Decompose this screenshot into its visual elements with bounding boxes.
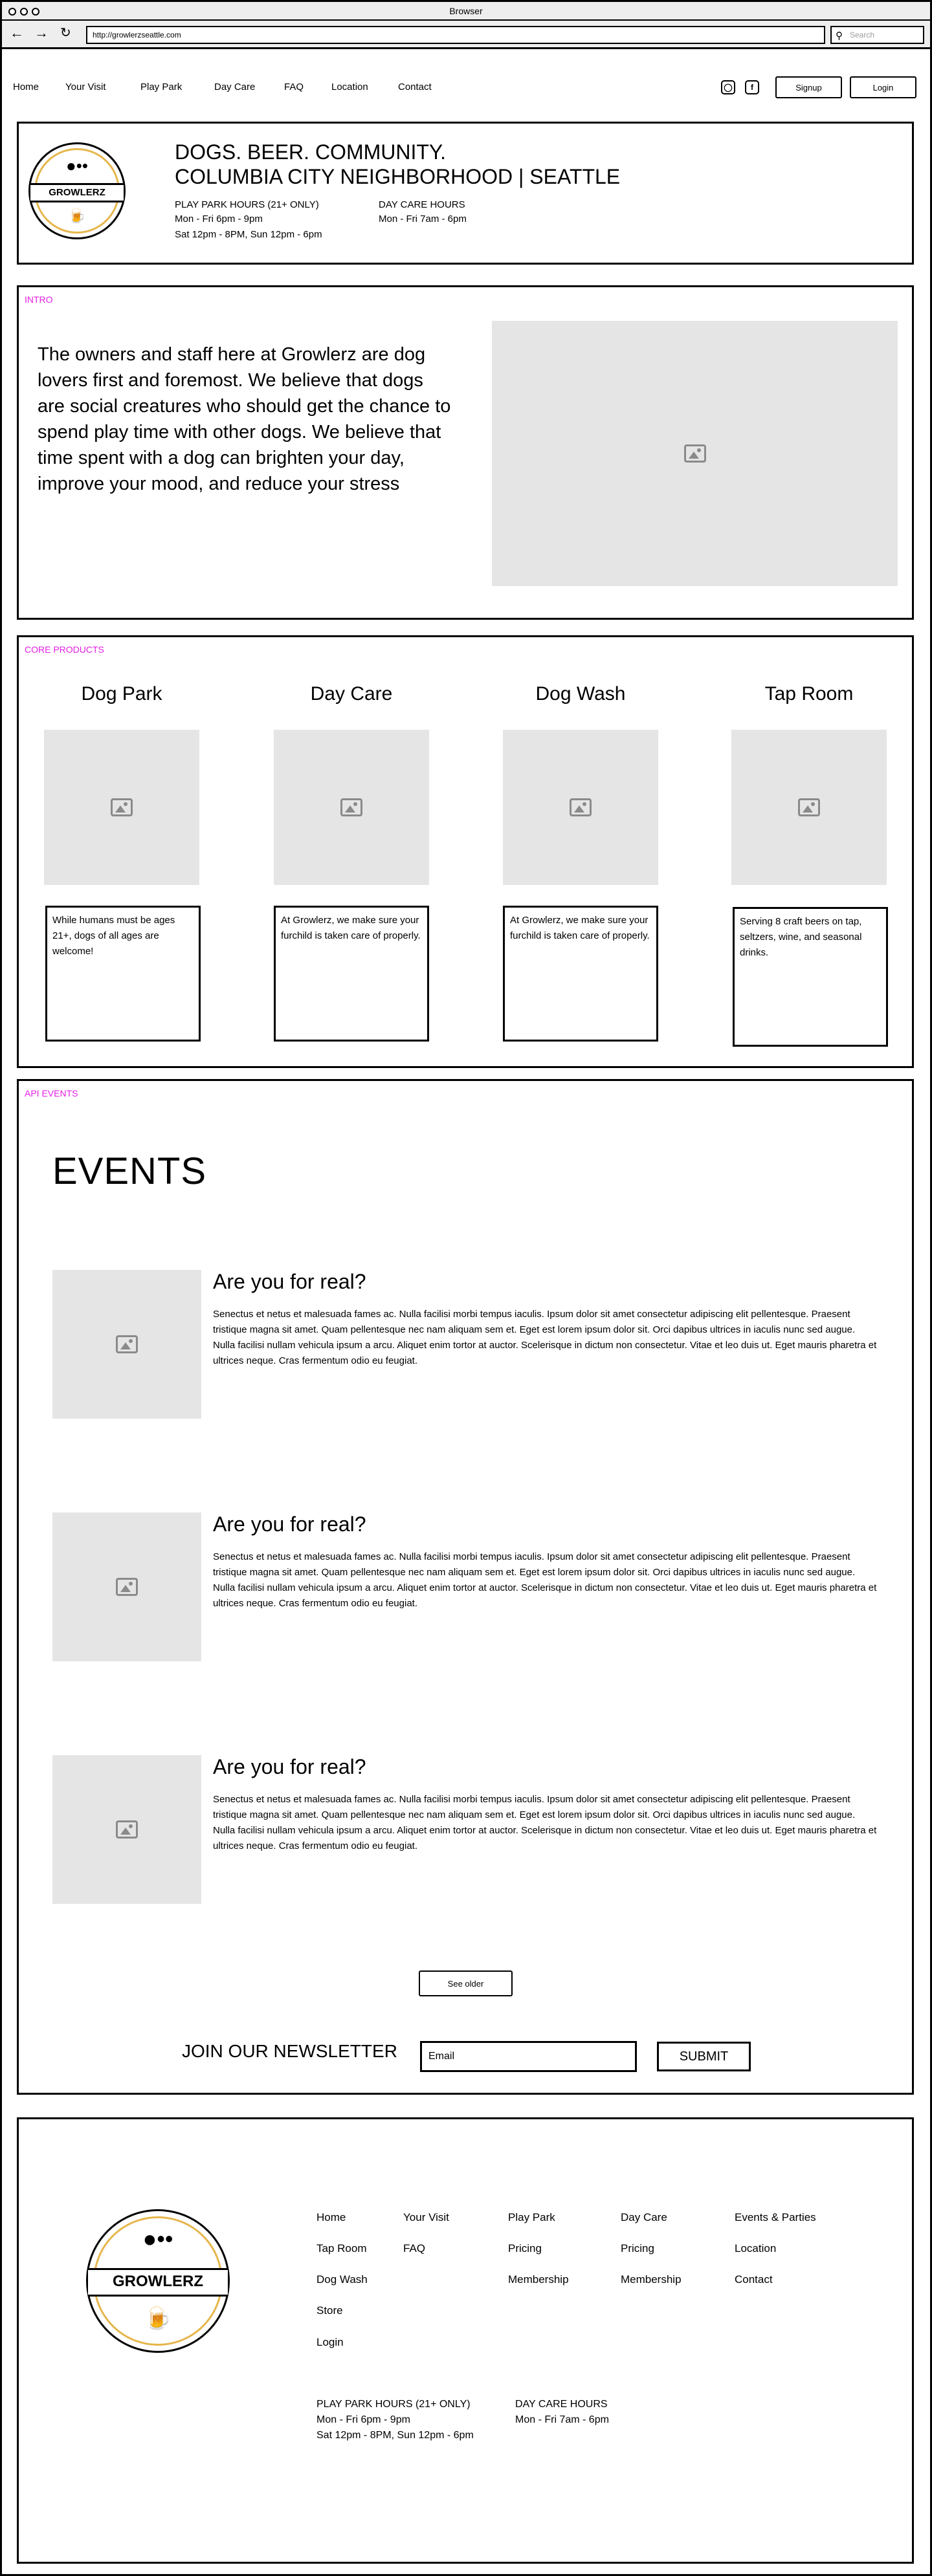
footer-link-tap-room[interactable]: Tap Room [316, 2242, 366, 2255]
see-older-button[interactable]: See older [419, 1970, 513, 1996]
product-title-day-care: Day Care [310, 683, 393, 704]
browser-title: Browser [449, 6, 483, 16]
intro-label: INTRO [25, 294, 53, 305]
footer-play-hours-weekend: Sat 12pm - 8PM, Sun 12pm - 6pm [316, 2430, 474, 2441]
footer-link-day-care-membership[interactable]: Membership [621, 2273, 682, 2286]
event-title[interactable]: Are you for real? [213, 1512, 366, 1536]
event-title[interactable]: Are you for real? [213, 1755, 366, 1779]
product-title-dog-park: Dog Park [81, 683, 162, 704]
footer-link-contact[interactable]: Contact [735, 2273, 773, 2286]
paw-icon: ●•• [142, 2225, 173, 2252]
intro-text: The owners and staff here at Growlerz ar… [38, 344, 451, 494]
intro-image [492, 321, 898, 586]
event-body: Senectus et netus et malesuada fames ac.… [213, 1551, 877, 1609]
browser-toolbar: ← → ↻ http://growlerzseattle.com ⚲ Searc… [0, 21, 932, 49]
event-body: Senectus et netus et malesuada fames ac.… [213, 1794, 877, 1851]
footer-link-location[interactable]: Location [735, 2242, 776, 2255]
product-desc-dog-wash: At Growlerz, we make sure your furchild … [503, 906, 658, 1042]
header-location: COLUMBIA CITY NEIGHBORHOOD | SEATTLE [175, 165, 621, 188]
product-desc-tap-room: Serving 8 craft beers on tap, seltzers, … [733, 907, 888, 1047]
browser-search-input[interactable]: ⚲ Search [830, 26, 924, 44]
browser-titlebar: Browser [0, 0, 932, 21]
nav-link-contact[interactable]: Contact [398, 82, 432, 93]
newsletter-email-input[interactable] [420, 2041, 637, 2072]
facebook-icon[interactable]: f [745, 80, 759, 94]
newsletter-label: JOIN OUR NEWSLETTER [182, 2041, 397, 2061]
product-desc-day-care: At Growlerz, we make sure your furchild … [274, 906, 429, 1042]
image-placeholder-icon [570, 798, 592, 816]
search-icon: ⚲ [836, 30, 843, 41]
product-image-day-care [274, 730, 429, 885]
page-frame-left [0, 49, 2, 2576]
header-box [17, 122, 914, 265]
event-image [52, 1512, 201, 1661]
login-button[interactable]: Login [850, 76, 916, 98]
image-placeholder-icon [683, 444, 706, 463]
footer-play-hours-weekday: Mon - Fri 6pm - 9pm [316, 2414, 410, 2425]
nav-link-play-park[interactable]: Play Park [140, 82, 182, 93]
header-care-hours-weekday: Mon - Fri 7am - 6pm [379, 213, 467, 224]
core-products-label: CORE PRODUCTS [25, 644, 104, 655]
footer-link-events-parties[interactable]: Events & Parties [735, 2211, 816, 2224]
product-title-tap-room: Tap Room [764, 683, 854, 704]
signup-button[interactable]: Signup [775, 76, 842, 98]
image-placeholder-icon [116, 1578, 138, 1596]
refresh-icon[interactable]: ↻ [60, 26, 71, 40]
footer-link-play-park-membership[interactable]: Membership [508, 2273, 569, 2286]
footer-link-login[interactable]: Login [316, 2336, 344, 2349]
instagram-icon[interactable]: ◯ [721, 80, 735, 94]
header-care-hours-title: DAY CARE HOURS [379, 199, 465, 210]
logo: ●•• GROWLERZ 🍺 [28, 142, 126, 239]
events-heading: EVENTS [52, 1150, 207, 1192]
footer-logo: ●•• GROWLERZ 🍺 [86, 2209, 230, 2353]
nav-link-your-visit[interactable]: Your Visit [65, 82, 106, 93]
footer-link-day-care[interactable]: Day Care [621, 2211, 667, 2224]
paw-icon: ●•• [66, 156, 88, 175]
product-image-tap-room [731, 730, 887, 885]
footer-link-home[interactable]: Home [316, 2211, 346, 2224]
footer-link-play-park[interactable]: Play Park [508, 2211, 555, 2224]
header-play-hours-weekend: Sat 12pm - 8PM, Sun 12pm - 6pm [175, 229, 322, 240]
back-arrow-icon[interactable]: ← [10, 26, 24, 40]
event-title[interactable]: Are you for real? [213, 1270, 366, 1294]
header-play-hours-title: PLAY PARK HOURS (21+ ONLY) [175, 199, 319, 210]
header-tagline: DOGS. BEER. COMMUNITY. [175, 140, 447, 164]
product-title-dog-wash: Dog Wash [535, 683, 626, 704]
logo-text: GROWLERZ [30, 183, 124, 202]
beer-mug-icon: 🍺 [68, 208, 86, 224]
footer-care-hours-weekday: Mon - Fri 7am - 6pm [515, 2414, 609, 2425]
events-label: API EVENTS [25, 1088, 78, 1098]
event-body: Senectus et netus et malesuada fames ac.… [213, 1309, 877, 1366]
browser-search-placeholder: Search [850, 30, 875, 39]
footer-link-your-visit[interactable]: Your Visit [403, 2211, 449, 2224]
product-image-dog-wash [503, 730, 658, 885]
nav-link-location[interactable]: Location [331, 82, 368, 93]
image-placeholder-icon [116, 1820, 138, 1839]
nav-link-home[interactable]: Home [13, 82, 39, 93]
header-play-hours-weekday: Mon - Fri 6pm - 9pm [175, 213, 263, 224]
image-placeholder-icon [340, 798, 362, 816]
image-placeholder-icon [798, 798, 820, 816]
product-image-dog-park [44, 730, 199, 885]
forward-arrow-icon[interactable]: → [34, 26, 49, 40]
image-placeholder-icon [111, 798, 133, 816]
footer-link-day-care-pricing[interactable]: Pricing [621, 2242, 654, 2255]
newsletter-submit-button[interactable]: SUBMIT [657, 2042, 751, 2071]
main-nav: Home Your Visit Play Park Day Care FAQ L… [0, 76, 932, 98]
product-desc-dog-park: While humans must be ages 21+, dogs of a… [45, 906, 201, 1042]
footer-care-hours-title: DAY CARE HOURS [515, 2399, 608, 2410]
footer-link-play-park-pricing[interactable]: Pricing [508, 2242, 542, 2255]
footer-link-dog-wash[interactable]: Dog Wash [316, 2273, 368, 2286]
url-input[interactable]: http://growlerzseattle.com [86, 26, 825, 44]
nav-link-faq[interactable]: FAQ [284, 82, 304, 93]
beer-mug-icon: 🍺 [144, 2306, 172, 2331]
logo-text: GROWLERZ [88, 2268, 228, 2297]
footer-play-hours-title: PLAY PARK HOURS (21+ ONLY) [316, 2399, 471, 2410]
nav-link-day-care[interactable]: Day Care [214, 82, 255, 93]
event-image [52, 1755, 201, 1904]
footer-link-store[interactable]: Store [316, 2304, 343, 2317]
event-image [52, 1270, 201, 1419]
image-placeholder-icon [116, 1335, 138, 1353]
footer-link-faq[interactable]: FAQ [403, 2242, 425, 2255]
